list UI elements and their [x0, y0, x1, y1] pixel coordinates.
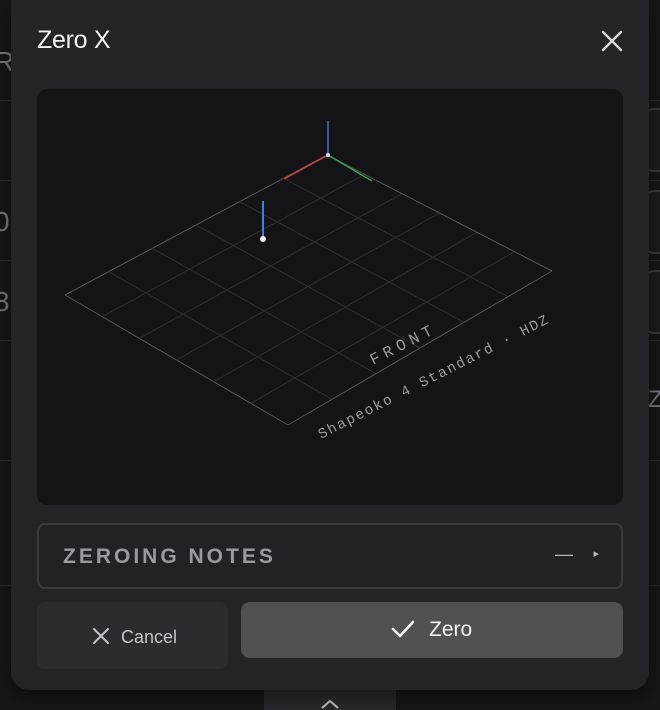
dash-icon: — [555, 544, 573, 564]
zeroing-notes-label: ZEROING NOTES [63, 545, 276, 568]
machine-viewport[interactable]: FRONT Shapeoko 4 Standard · HDZ [37, 89, 623, 505]
x-axis-line [283, 154, 329, 180]
close-icon [601, 30, 623, 52]
chevron-up-icon [321, 699, 339, 709]
bg-text-fragment: 8 [0, 286, 10, 317]
bg-text-fragment: Z [648, 386, 660, 413]
close-button[interactable] [599, 28, 625, 54]
work-area-grid [64, 154, 553, 426]
check-icon [391, 620, 415, 638]
x-icon [93, 628, 109, 644]
play-arrow-icon: ▸ [593, 548, 599, 560]
grid-line [287, 270, 553, 426]
grid-line [213, 231, 478, 383]
machine-grid-visualization: FRONT Shapeoko 4 Standard · HDZ [64, 121, 553, 443]
machine-origin-dot [326, 153, 330, 157]
zero-button[interactable]: Zero [241, 602, 623, 658]
bg-text-fragment: 0 [0, 206, 10, 237]
cancel-button-label: Cancel [121, 627, 178, 647]
zero-dialog: Zero X FRONT Shapeoko 4 Standard · HDZ Z… [11, 0, 649, 690]
tool-tip-dot [260, 236, 266, 242]
cancel-button[interactable]: Cancel [37, 602, 228, 669]
front-label: FRONT [367, 320, 440, 369]
grid-line [250, 251, 515, 404]
zero-button-label: Zero [429, 618, 473, 641]
zeroing-notes-toggle[interactable]: ZEROING NOTES — ▸ [37, 523, 623, 589]
grid-line [239, 201, 465, 323]
y-axis-line [327, 154, 373, 182]
dialog-title: Zero X [37, 26, 111, 54]
